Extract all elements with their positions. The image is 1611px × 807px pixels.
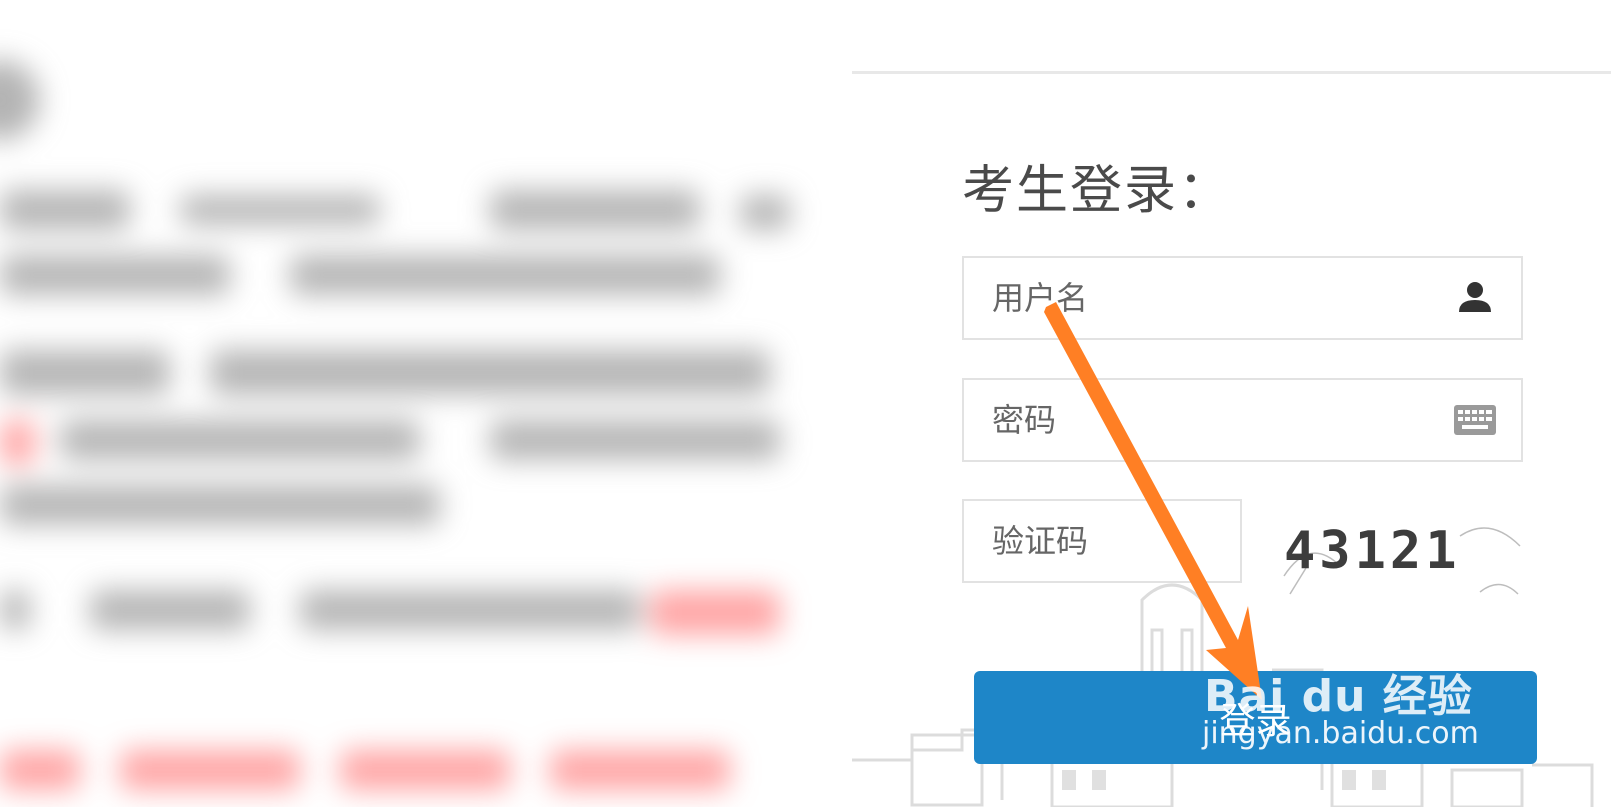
blurred-text [0, 590, 30, 630]
password-field [962, 378, 1523, 462]
blurred-text [0, 255, 230, 295]
captcha-input[interactable] [964, 501, 1240, 581]
login-button[interactable]: 登录 [974, 671, 1537, 764]
panel-top-divider [852, 71, 1611, 74]
blurred-text [740, 195, 790, 230]
blurred-text [90, 590, 250, 630]
blurred-text [490, 420, 780, 460]
blurred-text [60, 420, 420, 460]
blurred-text [290, 255, 720, 295]
blurred-text [180, 195, 380, 225]
username-field [962, 256, 1523, 340]
blurred-text [210, 350, 770, 395]
blurred-text [0, 350, 170, 395]
blurred-text [300, 590, 640, 630]
blurred-highlight [120, 750, 300, 790]
blurred-article [0, 0, 860, 807]
blurred-avatar [0, 60, 40, 140]
page: 考生登录： 用户名 验证码 43121 登录 Bai du 经验 jingyan… [0, 0, 1611, 807]
username-input[interactable] [964, 258, 1521, 338]
blurred-highlight [550, 750, 730, 790]
password-input[interactable] [964, 380, 1521, 460]
captcha-image[interactable]: 43121 [1280, 506, 1524, 596]
captcha-text: 43121 [1284, 521, 1461, 581]
blurred-highlight [650, 590, 780, 635]
page-title: 考生登录： [962, 161, 1233, 221]
keyboard-icon[interactable] [1453, 400, 1497, 440]
blurred-content [0, 0, 860, 807]
login-panel: 考生登录： 用户名 验证码 43121 登录 [852, 0, 1611, 807]
user-icon [1459, 282, 1491, 312]
blurred-highlight [0, 750, 80, 790]
blurred-text [0, 485, 440, 525]
blurred-text [490, 190, 700, 230]
blurred-highlight [0, 420, 35, 465]
blurred-highlight [340, 750, 510, 790]
blurred-text [0, 190, 130, 230]
captcha-field [962, 499, 1242, 583]
